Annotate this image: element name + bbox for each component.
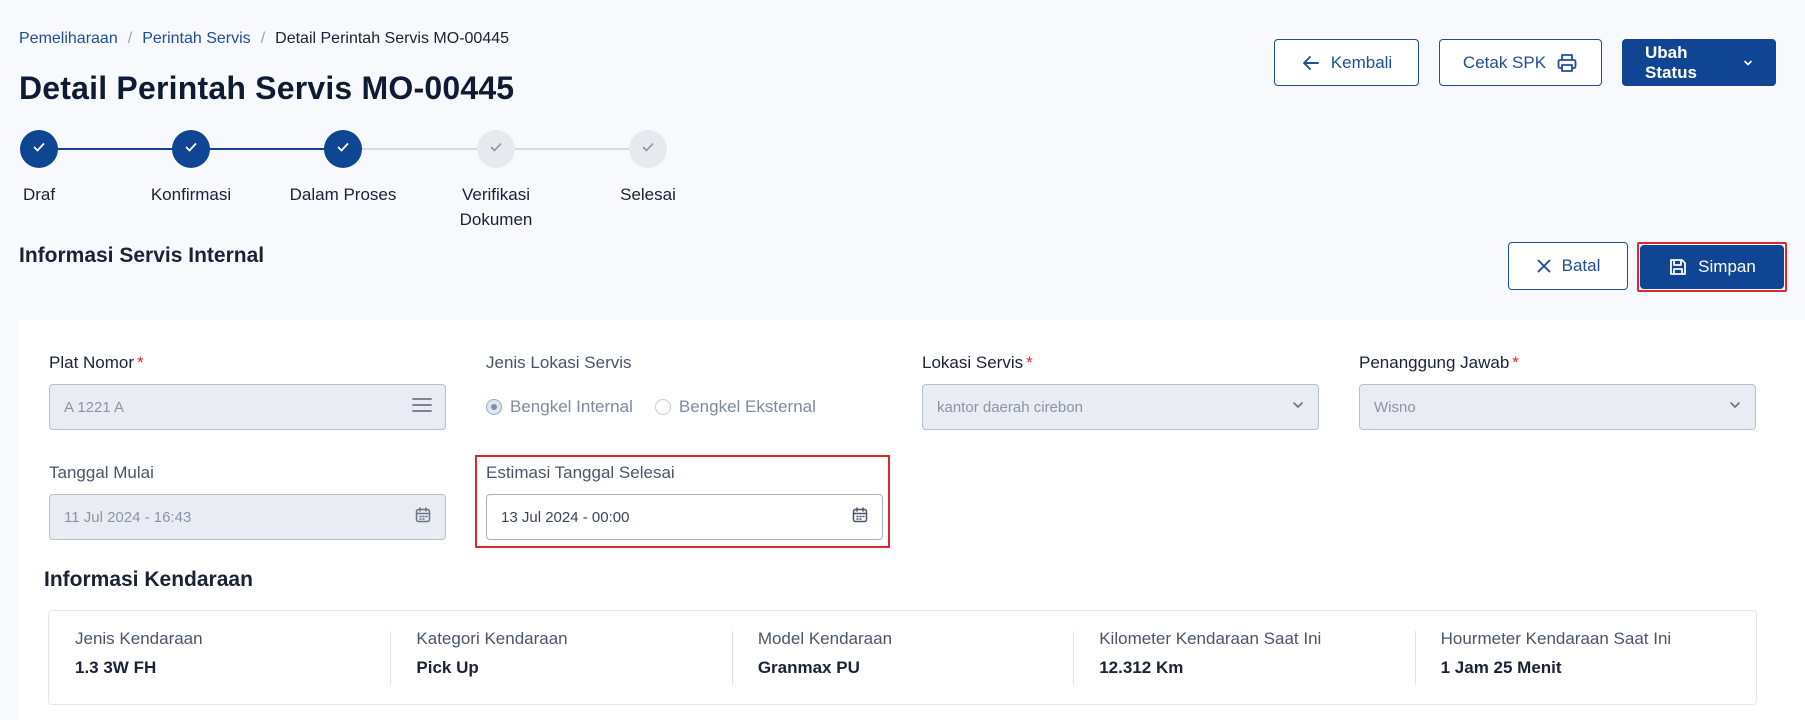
step-label-line: Dokumen xyxy=(459,210,533,229)
step-selesai: Selesai xyxy=(578,130,718,207)
field-label: Plat Nomor * xyxy=(49,353,144,372)
step-label: Konfirmasi xyxy=(150,185,232,204)
radio-unselected xyxy=(654,399,671,415)
step-label: Selesai xyxy=(620,185,676,204)
print-spk-button[interactable]: Cetak SPK xyxy=(1439,39,1602,86)
vehicle-info-label: Model Kendaraan xyxy=(757,628,893,648)
breadcrumb-separator: / xyxy=(260,30,266,47)
calendar-icon xyxy=(414,506,432,528)
check-icon xyxy=(488,139,504,160)
cancel-button[interactable]: Batal xyxy=(1508,242,1628,290)
input-value: 11 Jul 2024 - 16:43 xyxy=(64,508,192,526)
step-circle-done xyxy=(172,130,210,168)
radio-label: Bengkel Internal xyxy=(510,397,633,416)
vehicle-info-item: Kategori Kendaraan Pick Up xyxy=(390,629,731,687)
close-icon xyxy=(1536,258,1552,274)
vehicle-info-item: Jenis Kendaraan 1.3 3W FH xyxy=(49,629,390,687)
form-actions: Batal Simpan xyxy=(1508,242,1787,292)
progress-stepper: Draf Konfirmasi Dalam Proses Verifikasi … xyxy=(19,130,699,240)
vehicle-info-item: Kilometer Kendaraan Saat Ini 12.312 Km xyxy=(1073,629,1414,687)
service-location-select[interactable]: kantor daerah cirebon xyxy=(922,384,1319,430)
save-button-highlight: Simpan xyxy=(1637,242,1787,292)
step-circle-pending xyxy=(477,130,515,168)
vehicle-info-panel: Jenis Kendaraan 1.3 3W FH Kategori Kenda… xyxy=(48,610,1757,705)
breadcrumb-link-perintah-servis[interactable]: Perintah Servis xyxy=(142,30,251,48)
estimated-end-date-highlight xyxy=(475,455,890,548)
location-type-field: Jenis Lokasi Servis Bengkel Internal Ben… xyxy=(486,353,883,430)
field-label: Lokasi Servis * xyxy=(922,353,1033,372)
print-spk-label: Cetak SPK xyxy=(1462,52,1547,72)
save-button[interactable]: Simpan xyxy=(1640,245,1784,289)
location-type-radio-group: Bengkel Internal Bengkel Eksternal xyxy=(486,384,883,430)
start-date-input[interactable]: 11 Jul 2024 - 16:43 xyxy=(49,494,446,540)
field-label: Penanggung Jawab * xyxy=(1359,353,1519,372)
step-label: Dalam Proses xyxy=(289,185,397,204)
radio-selected xyxy=(486,399,502,415)
step-konfirmasi: Konfirmasi xyxy=(121,130,261,207)
vehicle-info-label: Kategori Kendaraan xyxy=(416,628,568,648)
check-icon xyxy=(183,139,199,160)
step-circle-pending xyxy=(629,130,667,168)
chevron-down-icon xyxy=(1743,58,1753,68)
start-date-field: Tanggal Mulai 11 Jul 2024 - 16:43 xyxy=(49,463,446,540)
service-location-field: Lokasi Servis * kantor daerah cirebon xyxy=(922,353,1319,430)
chevron-down-icon xyxy=(1728,398,1742,416)
vehicle-info-item: Hourmeter Kendaraan Saat Ini 1 Jam 25 Me… xyxy=(1414,628,1756,687)
top-actions: Kembali Cetak SPK Ubah Status xyxy=(1274,39,1776,86)
vehicle-info-label: Hourmeter Kendaraan Saat Ini xyxy=(1440,628,1672,648)
plate-number-field: Plat Nomor * A 1221 A xyxy=(49,353,446,430)
vehicle-info-value: 1.3 3W FH xyxy=(75,657,157,677)
step-verifikasi-dokumen: Verifikasi Dokumen xyxy=(426,130,566,232)
breadcrumb-current: Detail Perintah Servis MO-00445 xyxy=(275,30,510,47)
radio-label: Bengkel Eksternal xyxy=(678,397,816,416)
radio-bengkel-internal[interactable]: Bengkel Internal xyxy=(486,397,633,417)
check-icon xyxy=(31,139,47,160)
step-label: Verifikasi Dokumen xyxy=(426,182,566,232)
chevron-down-icon xyxy=(1291,398,1305,416)
save-button-label: Simpan xyxy=(1698,257,1756,276)
breadcrumb-separator: / xyxy=(127,30,133,47)
step-circle-done xyxy=(20,130,58,168)
field-label: Jenis Lokasi Servis xyxy=(486,353,632,372)
list-icon xyxy=(412,397,432,417)
step-label-line: Verifikasi xyxy=(461,185,531,204)
pic-select[interactable]: Wisno xyxy=(1359,384,1756,430)
step-label: Draf xyxy=(22,185,56,204)
step-dalam-proses: Dalam Proses xyxy=(273,130,413,207)
vehicle-info-item: Model Kendaraan Granmax PU xyxy=(731,628,1073,687)
step-draf: Draf xyxy=(0,130,109,207)
vehicle-info-value: 12.312 Km xyxy=(1099,657,1184,677)
change-status-label: Ubah Status xyxy=(1645,42,1697,82)
cancel-button-label: Batal xyxy=(1561,256,1601,275)
pic-field: Penanggung Jawab * Wisno xyxy=(1359,353,1756,430)
check-icon xyxy=(640,139,656,160)
arrow-left-icon xyxy=(1301,53,1321,73)
input-value: kantor daerah cirebon xyxy=(937,398,1083,416)
breadcrumb-link-pemeliharaan[interactable]: Pemeliharaan xyxy=(19,30,118,48)
step-circle-done xyxy=(324,130,362,168)
radio-bengkel-eksternal[interactable]: Bengkel Eksternal xyxy=(654,397,816,417)
vehicle-info-label: Kilometer Kendaraan Saat Ini xyxy=(1099,628,1322,648)
vehicle-info-label: Jenis Kendaraan xyxy=(75,628,203,648)
change-status-button[interactable]: Ubah Status xyxy=(1622,39,1776,86)
breadcrumb: Pemeliharaan / Perintah Servis / Detail … xyxy=(19,30,509,48)
vehicle-info-value: Granmax PU xyxy=(757,657,860,677)
printer-icon xyxy=(1556,52,1578,74)
plate-number-input[interactable]: A 1221 A xyxy=(49,384,446,430)
vehicle-info-title: Informasi Kendaraan xyxy=(44,568,253,591)
vehicle-info-value: Pick Up xyxy=(416,657,479,677)
check-icon xyxy=(335,139,351,160)
back-button-label: Kembali xyxy=(1330,52,1393,72)
input-value: Wisno xyxy=(1374,398,1416,416)
page-title: Detail Perintah Servis MO-00445 xyxy=(19,70,515,106)
section-title: Informasi Servis Internal xyxy=(19,244,265,267)
input-value: A 1221 A xyxy=(64,398,125,416)
field-label: Tanggal Mulai xyxy=(49,463,154,482)
back-button[interactable]: Kembali xyxy=(1274,39,1419,86)
floppy-disk-icon xyxy=(1668,257,1688,277)
vehicle-info-value: 1 Jam 25 Menit xyxy=(1440,657,1562,677)
